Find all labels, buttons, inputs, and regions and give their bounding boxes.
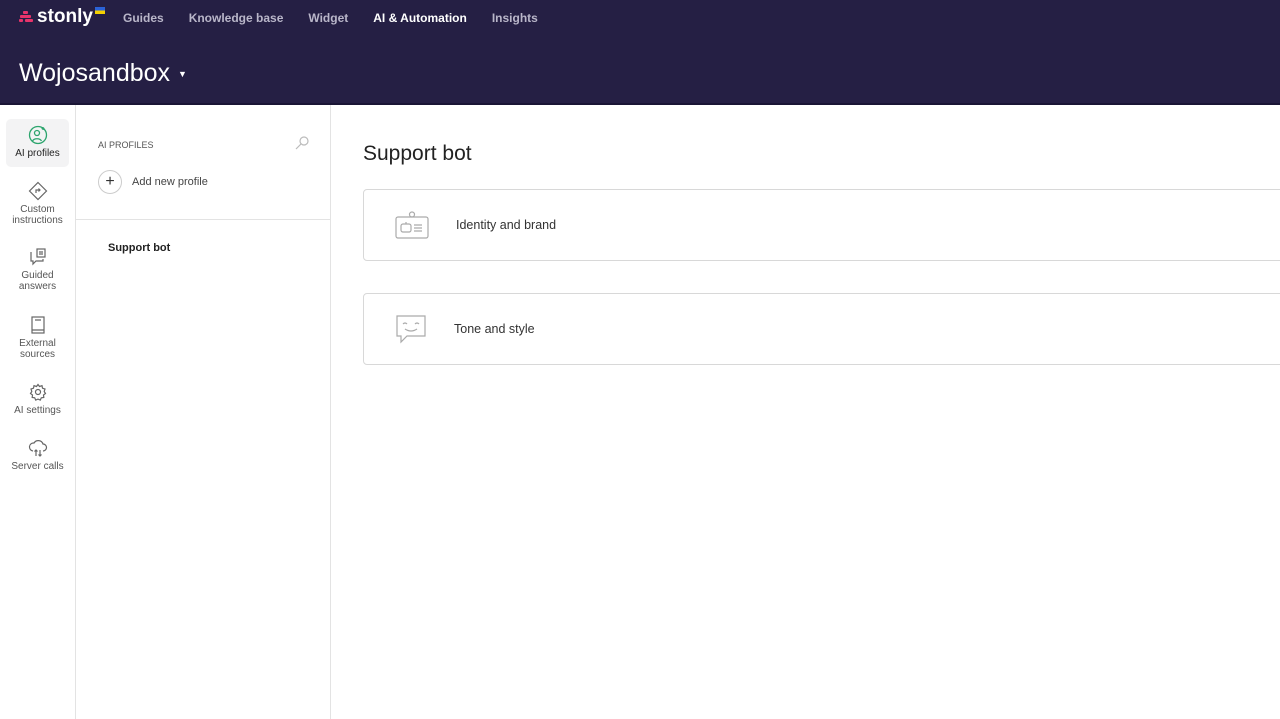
badge-robot-icon [395,211,429,239]
directions-icon [28,181,47,201]
rail-label: Server calls [11,461,64,472]
nav-knowledge-base[interactable]: Knowledge base [189,11,284,25]
page-title: Support bot [363,142,472,165]
identity-brand-card[interactable]: Identity and brand [363,189,1280,261]
profiles-header: AI PROFILES [98,140,154,150]
rail-label: External sources [19,338,56,360]
ai-profile-icon [28,125,47,145]
rail-item-custom-instructions[interactable]: Custom instructions [6,181,69,226]
rail-label: AI settings [14,405,61,416]
logo-mark-icon [19,11,33,23]
smile-chat-icon [396,315,426,344]
rail-label: Guided answers [18,270,57,292]
rail-item-external-sources[interactable]: External sources [6,315,69,360]
card-label: Identity and brand [456,218,557,232]
divider [76,219,331,220]
profiles-panel: AI PROFILES + Add new profile Support bo… [76,105,331,719]
rail-label: Custom instructions [12,204,63,226]
nav-guides[interactable]: Guides [123,11,164,25]
plus-icon: + [98,170,122,194]
gear-icon [29,383,46,401]
ukraine-flag-icon [95,7,105,14]
side-rail: AI profiles Custom instructions Guided a… [0,105,76,719]
workspace-name: Wojosandbox [19,59,171,87]
chat-doc-icon [29,248,46,266]
main-nav: Guides Knowledge base Widget AI & Automa… [123,11,538,25]
add-profile-label: Add new profile [132,176,208,188]
book-icon [30,316,45,334]
rail-item-server-calls[interactable]: Server calls [6,438,69,472]
stonly-logo[interactable]: stonly [19,6,105,28]
tone-style-card[interactable]: Tone and style [363,293,1280,365]
cloud-transfer-icon [28,440,47,457]
rail-item-ai-settings[interactable]: AI settings [6,382,69,416]
workspace-selector[interactable]: Wojosandbox ▼ [19,59,187,88]
nav-insights[interactable]: Insights [492,11,538,25]
search-icon[interactable] [294,135,310,151]
nav-ai-automation[interactable]: AI & Automation [373,11,467,25]
rail-label: AI profiles [15,148,60,159]
profile-item[interactable]: Support bot [108,242,170,254]
nav-widget[interactable]: Widget [308,11,348,25]
top-header: stonly Guides Knowledge base Widget AI &… [0,0,1280,105]
rail-item-guided-answers[interactable]: Guided answers [6,247,69,292]
brand-name: stonly [37,6,93,27]
add-profile-button[interactable]: + Add new profile [98,170,208,194]
rail-item-ai-profiles[interactable]: AI profiles [6,119,69,167]
caret-down-icon: ▼ [178,68,187,79]
card-label: Tone and style [454,322,535,336]
